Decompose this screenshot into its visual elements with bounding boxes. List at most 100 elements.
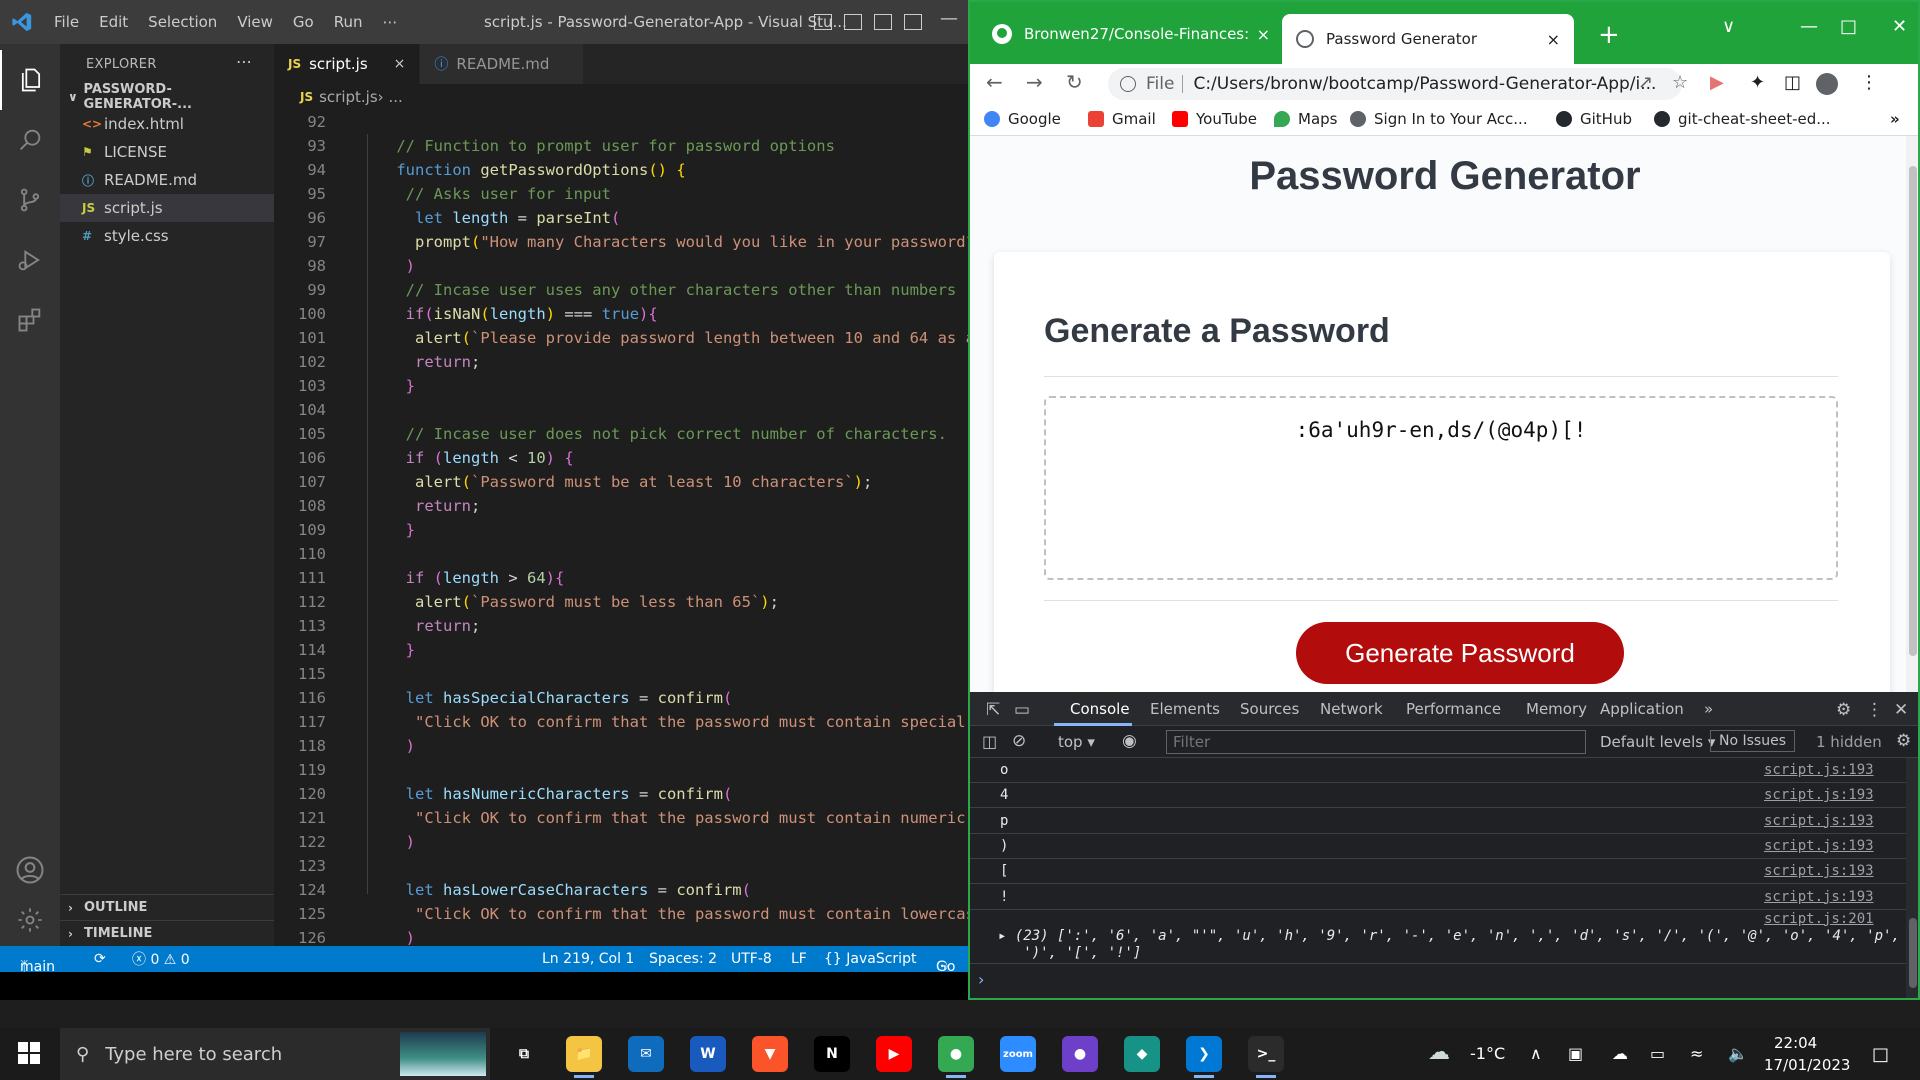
code-line[interactable]: 94 function getPasswordOptions() { xyxy=(274,158,968,182)
code-line[interactable]: 122 ) xyxy=(274,830,968,854)
settings-gear-icon[interactable]: ⚙ xyxy=(1836,700,1851,720)
menu-file[interactable]: File xyxy=(44,13,89,31)
menu-view[interactable]: View xyxy=(227,13,283,31)
inspect-element-icon[interactable]: ⇱ xyxy=(986,700,1000,720)
youtube-icon[interactable]: ▶ xyxy=(876,1036,912,1072)
address-bar[interactable]: File C:/Users/bronw/bootcamp/Password-Ge… xyxy=(1108,68,1682,100)
tab-sources[interactable]: Sources xyxy=(1240,700,1299,718)
tab-network[interactable]: Network xyxy=(1320,700,1383,718)
clock-date[interactable]: 17/01/2023 xyxy=(1764,1056,1850,1074)
tab-performance[interactable]: Performance xyxy=(1406,700,1501,718)
bookmark-google[interactable]: Google xyxy=(984,110,1061,128)
chrome-menu-icon[interactable]: ⋮ xyxy=(1860,72,1878,93)
code-line[interactable]: 120 let hasNumericCharacters = confirm( xyxy=(274,782,968,806)
breadcrumb-file[interactable]: script.js xyxy=(319,88,378,106)
project-folder[interactable]: ∨ PASSWORD-GENERATOR-... xyxy=(60,82,274,112)
tab-password-generator[interactable]: Password Generator × xyxy=(1282,14,1574,64)
code-line[interactable]: 107 alert(`Password must be at least 10 … xyxy=(274,470,968,494)
notifications-icon[interactable]: □ xyxy=(1872,1044,1889,1065)
chevron-up-icon[interactable]: ∧ xyxy=(1530,1044,1542,1063)
indentation[interactable]: Spaces: 2 xyxy=(649,951,717,967)
menu-go[interactable]: Go xyxy=(283,13,324,31)
chrome-icon[interactable]: ● xyxy=(938,1036,974,1078)
task-view-icon[interactable]: ⧉ xyxy=(506,1036,542,1072)
code-line[interactable]: 119 xyxy=(274,758,968,782)
encoding[interactable]: UTF-8 xyxy=(731,951,772,967)
gitkraken-icon[interactable]: ◆ xyxy=(1124,1036,1160,1072)
battery-icon[interactable]: ▭ xyxy=(1650,1044,1665,1063)
tab-script-js[interactable]: JS script.js × xyxy=(274,44,421,84)
customize-layout-icon[interactable] xyxy=(904,14,922,30)
more-options-icon[interactable]: ⋮ xyxy=(1866,700,1883,720)
bookmark-youtube[interactable]: YouTube xyxy=(1172,110,1257,128)
issues-button[interactable]: No Issues xyxy=(1710,730,1795,752)
close-tab-icon[interactable]: × xyxy=(1547,30,1560,49)
code-line[interactable]: 115 xyxy=(274,662,968,686)
windows-start-icon[interactable] xyxy=(18,1042,40,1068)
console-scrollbar[interactable] xyxy=(1906,758,1918,998)
bookmark-star-icon[interactable]: ☆ xyxy=(1672,72,1688,93)
back-arrow-icon[interactable]: ← xyxy=(986,70,1003,94)
code-line[interactable]: 109 } xyxy=(274,518,968,542)
device-toolbar-icon[interactable]: ▭ xyxy=(1014,700,1030,720)
password-output[interactable]: :6a'uh9r-en,ds/(@o4p)[! xyxy=(1044,396,1838,580)
code-line[interactable]: 110 xyxy=(274,542,968,566)
tab-application[interactable]: Application xyxy=(1600,700,1684,718)
close-tab-icon[interactable]: × xyxy=(1257,25,1270,44)
code-line[interactable]: 114 } xyxy=(274,638,968,662)
sidebar-toggle-icon[interactable]: ◫ xyxy=(982,732,997,751)
code-line[interactable]: 102 return; xyxy=(274,350,968,374)
settings-gear-icon[interactable] xyxy=(0,890,60,950)
more-tabs-icon[interactable]: » xyxy=(1704,700,1713,718)
code-line[interactable]: 103 } xyxy=(274,374,968,398)
maximize-icon[interactable]: □ xyxy=(1840,16,1857,37)
tab-console-finances[interactable]: Bronwen27/Console-Finances: Ar × xyxy=(978,14,1284,54)
problems-status[interactable]: ⓧ 0 ⚠ 0 xyxy=(132,949,190,969)
temperature[interactable]: -1°C xyxy=(1470,1044,1505,1063)
page-scrollbar[interactable] xyxy=(1906,136,1918,692)
file-readme[interactable]: ⓘ README.md xyxy=(60,166,274,194)
file-explorer-icon[interactable]: 📁 xyxy=(566,1036,602,1078)
code-line[interactable]: 98 ) xyxy=(274,254,968,278)
code-line[interactable]: 124 let hasLowerCaseCharacters = confirm… xyxy=(274,878,968,902)
profile-avatar[interactable] xyxy=(1816,73,1838,95)
forward-arrow-icon[interactable]: → xyxy=(1026,70,1043,94)
code-line[interactable]: 93 // Function to prompt user for passwo… xyxy=(274,134,968,158)
log-source-link[interactable]: script.js:193 xyxy=(1764,838,1874,854)
explorer-more-icon[interactable]: ⋯ xyxy=(236,52,252,71)
bookmark-sign-in[interactable]: Sign In to Your Acc... xyxy=(1350,110,1528,128)
github-desktop-icon[interactable]: ● xyxy=(1062,1036,1098,1072)
wifi-icon[interactable]: ≈ xyxy=(1690,1044,1703,1063)
code-line[interactable]: 104 xyxy=(274,398,968,422)
code-line[interactable]: 125 "Click OK to confirm that the passwo… xyxy=(274,902,968,926)
run-debug-icon[interactable] xyxy=(0,230,60,290)
log-source-link[interactable]: script.js:193 xyxy=(1764,863,1874,879)
code-line[interactable]: 123 xyxy=(274,854,968,878)
tab-memory[interactable]: Memory xyxy=(1526,700,1587,718)
code-line[interactable]: 101 alert(`Please provide password lengt… xyxy=(274,326,968,350)
code-line[interactable]: 126 ) xyxy=(274,926,968,946)
file-license[interactable]: ⚑ LICENSE xyxy=(60,138,274,166)
search-icon[interactable] xyxy=(0,110,60,170)
context-selector[interactable]: top ▾ xyxy=(1058,733,1095,751)
console-prompt[interactable]: › xyxy=(978,970,984,989)
onedrive-cloud-icon[interactable]: ☁ xyxy=(1612,1044,1628,1063)
code-line[interactable]: 100 if(isNaN(length) === true){ xyxy=(274,302,968,326)
terminal-icon[interactable]: >_ xyxy=(1248,1036,1284,1078)
code-line[interactable]: 116 let hasSpecialCharacters = confirm( xyxy=(274,686,968,710)
new-tab-icon[interactable]: + xyxy=(1598,20,1620,50)
zoom-icon[interactable]: zoom xyxy=(1000,1036,1036,1072)
code-line[interactable]: 105 // Incase user does not pick correct… xyxy=(274,422,968,446)
toggle-sidebar-icon[interactable] xyxy=(814,14,832,30)
menu-run[interactable]: Run xyxy=(324,13,373,31)
bookmark-maps[interactable]: Maps xyxy=(1274,110,1337,128)
code-line[interactable]: 95 // Asks user for input xyxy=(274,182,968,206)
reload-icon[interactable]: ↻ xyxy=(1066,70,1083,94)
timeline-section[interactable]: › TIMELINE xyxy=(60,920,274,946)
tab-search-chevron-icon[interactable]: ∨ xyxy=(1722,16,1735,37)
eye-icon[interactable]: ◉ xyxy=(1122,731,1137,751)
cursor-position[interactable]: Ln 219, Col 1 xyxy=(542,951,634,967)
bookmark-github[interactable]: GitHub xyxy=(1556,110,1632,128)
tab-readme[interactable]: ⓘ README.md xyxy=(420,44,585,84)
explorer-icon[interactable] xyxy=(0,50,60,110)
